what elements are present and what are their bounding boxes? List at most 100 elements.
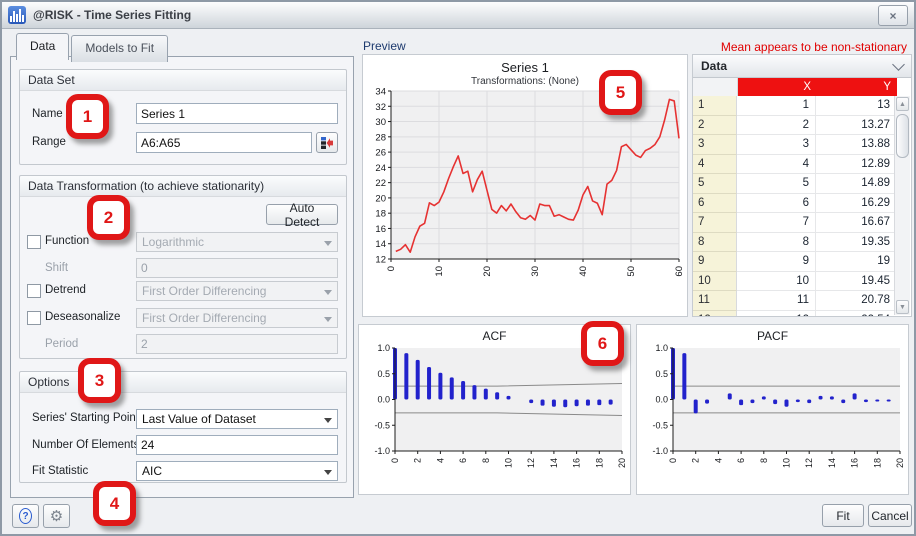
svg-text:6: 6: [458, 458, 468, 463]
chevron-down-icon: [324, 470, 332, 475]
data-panel-header[interactable]: Data: [693, 55, 911, 78]
options-group: Options Series' Starting Point Last Valu…: [19, 371, 347, 483]
svg-text:0.5: 0.5: [377, 369, 390, 379]
range-input[interactable]: [136, 132, 312, 153]
table-row[interactable]: 4412.89: [693, 155, 911, 175]
svg-text:8: 8: [759, 458, 769, 463]
chevron-down-icon: [324, 241, 332, 246]
tab-data[interactable]: Data: [16, 33, 69, 60]
x-cell: 4: [737, 155, 816, 175]
svg-text:-0.5: -0.5: [652, 420, 668, 430]
svg-text:16: 16: [850, 458, 860, 468]
table-scrollbar[interactable]: ▲ ▼: [894, 96, 910, 315]
scrollbar-thumb[interactable]: [896, 114, 909, 158]
shift-label: Shift: [45, 262, 68, 274]
row-number-cell: 11: [693, 291, 737, 311]
table-row[interactable]: 8819.35: [693, 233, 911, 253]
range-picker-icon: [319, 135, 335, 151]
svg-text:10: 10: [782, 458, 792, 468]
close-icon: ×: [889, 9, 896, 23]
y-cell: 13.27: [816, 116, 896, 136]
arrow-down-icon: ▼: [899, 304, 906, 311]
svg-text:0.5: 0.5: [655, 369, 668, 379]
chevron-down-icon: [324, 418, 332, 423]
svg-text:14: 14: [549, 458, 559, 468]
fit-statistic-value: AIC: [142, 464, 162, 478]
fit-button[interactable]: Fit: [822, 504, 864, 527]
close-button[interactable]: ×: [878, 5, 908, 26]
data-set-title: Data Set: [20, 70, 346, 91]
range-picker-button[interactable]: [316, 132, 338, 153]
svg-text:34: 34: [375, 87, 386, 98]
svg-text:50: 50: [626, 266, 637, 277]
svg-text:-1.0: -1.0: [374, 446, 390, 456]
corner-cell: [693, 78, 738, 96]
detrend-checkbox[interactable]: [27, 284, 41, 298]
scroll-down-button[interactable]: ▼: [896, 300, 909, 314]
svg-text:0: 0: [668, 458, 678, 463]
svg-text:-1.0: -1.0: [652, 446, 668, 456]
fit-statistic-label: Fit Statistic: [32, 465, 88, 477]
deseasonalize-checkbox[interactable]: [27, 311, 41, 325]
callout-badge-3: 3: [78, 358, 121, 403]
svg-text:20: 20: [895, 458, 905, 468]
svg-text:16: 16: [375, 224, 386, 235]
fit-statistic-combo[interactable]: AIC: [136, 461, 338, 481]
svg-text:12: 12: [526, 458, 536, 468]
svg-text:0: 0: [390, 458, 400, 463]
svg-text:0.0: 0.0: [377, 395, 390, 405]
table-row[interactable]: 101019.45: [693, 272, 911, 292]
table-row[interactable]: 7716.67: [693, 213, 911, 233]
svg-text:28: 28: [375, 132, 386, 143]
function-checkbox[interactable]: [27, 235, 41, 249]
settings-button[interactable]: ⚙: [43, 504, 70, 528]
x-cell: 8: [737, 233, 816, 253]
starting-point-label: Series' Starting Point: [32, 412, 139, 424]
svg-text:30: 30: [375, 117, 386, 128]
column-header-x: X: [738, 78, 817, 96]
svg-text:20: 20: [482, 266, 493, 277]
svg-text:10: 10: [504, 458, 514, 468]
table-row[interactable]: 121222.54: [693, 311, 911, 318]
row-number-cell: 4: [693, 155, 737, 175]
name-label: Name: [32, 108, 63, 120]
pacf-bar-chart: -1.0-0.50.00.51.002468101214161820: [637, 343, 908, 491]
table-row[interactable]: 1113: [693, 96, 911, 116]
name-input[interactable]: [136, 103, 338, 124]
table-row[interactable]: 5514.89: [693, 174, 911, 194]
svg-text:18: 18: [375, 209, 386, 220]
x-cell: 10: [737, 272, 816, 292]
y-cell: 16.67: [816, 213, 896, 233]
svg-text:4: 4: [713, 458, 723, 463]
function-value: Logarithmic: [142, 235, 204, 249]
starting-point-combo[interactable]: Last Value of Dataset: [136, 409, 338, 429]
svg-text:1.0: 1.0: [655, 343, 668, 353]
deseasonalize-value: First Order Differencing: [142, 311, 266, 325]
starting-point-value: Last Value of Dataset: [142, 412, 256, 426]
tab-bar: Data Models to Fit: [16, 32, 170, 59]
table-row[interactable]: 111120.78: [693, 291, 911, 311]
stationarity-warning: Mean appears to be non-stationary: [721, 40, 907, 54]
data-table-body: 11132213.273313.884412.895514.896616.297…: [693, 96, 911, 317]
chevron-down-icon: [324, 290, 332, 295]
table-row[interactable]: 3313.88: [693, 135, 911, 155]
row-number-cell: 7: [693, 213, 737, 233]
svg-text:4: 4: [435, 458, 445, 463]
options-title: Options: [20, 372, 346, 393]
auto-detect-button[interactable]: Auto Detect: [266, 204, 338, 225]
svg-text:60: 60: [674, 266, 685, 277]
window-title: @RISK - Time Series Fitting: [33, 8, 191, 22]
svg-text:30: 30: [530, 266, 541, 277]
tab-models-to-fit[interactable]: Models to Fit: [71, 35, 168, 62]
table-row[interactable]: 6616.29: [693, 194, 911, 214]
elements-input[interactable]: [136, 435, 338, 455]
scroll-up-button[interactable]: ▲: [896, 97, 909, 111]
row-number-cell: 3: [693, 135, 737, 155]
deseasonalize-label: Deseasonalize: [45, 311, 120, 323]
help-button[interactable]: ?: [12, 504, 39, 528]
cancel-button[interactable]: Cancel: [868, 504, 912, 527]
table-row[interactable]: 9919: [693, 252, 911, 272]
table-row[interactable]: 2213.27: [693, 116, 911, 136]
elements-label: Number Of Elements: [32, 439, 139, 451]
data-panel-title: Data: [701, 59, 894, 73]
